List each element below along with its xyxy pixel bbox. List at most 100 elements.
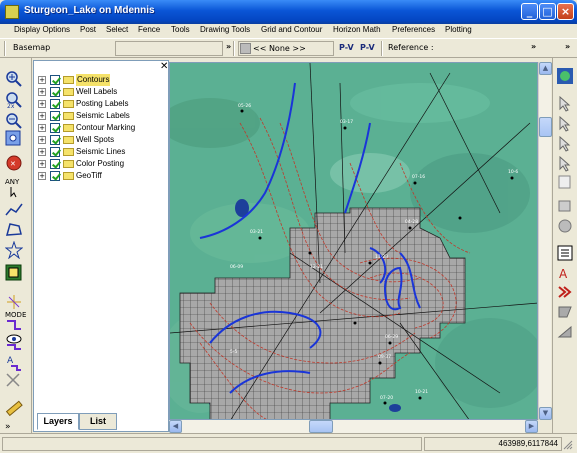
pointer-select-icon[interactable] [557, 115, 573, 132]
vertical-scrollbar[interactable]: ▲ ▼ [538, 62, 552, 420]
expand-icon[interactable]: + [38, 124, 46, 132]
layer-row-geotiff[interactable]: + GeoTiff [34, 170, 168, 182]
layers-panel: + Contours + Well Labels + Posting Label… [33, 60, 169, 432]
anomaly-icon[interactable]: A [557, 265, 573, 281]
menu-plotting[interactable]: Plotting [445, 25, 472, 34]
expand-icon[interactable]: + [38, 172, 46, 180]
toolbar-overflow-1[interactable]: » [226, 42, 231, 51]
tab-layers[interactable]: Layers [37, 413, 79, 430]
expand-icon[interactable]: + [38, 160, 46, 168]
waves-icon[interactable] [557, 284, 573, 300]
close-panel-icon[interactable]: ✕ [160, 61, 168, 72]
layer-checkbox[interactable] [50, 171, 60, 181]
pointer-icon[interactable] [557, 95, 573, 112]
minimize-button[interactable]: _ [521, 3, 538, 20]
basemap-field[interactable] [115, 41, 223, 56]
svg-text:04-28: 04-28 [405, 219, 418, 225]
scroll-right-icon[interactable]: ▶ [525, 420, 538, 433]
menu-horizon-math[interactable]: Horizon Math [333, 25, 381, 34]
mode-tool[interactable]: MODE [5, 311, 26, 330]
menu-fence[interactable]: Fence [138, 25, 160, 34]
scroll-down-icon[interactable]: ▼ [539, 407, 552, 420]
layer-row-seismic-labels[interactable]: + Seismic Labels [34, 110, 168, 122]
layer-checkbox[interactable] [50, 99, 60, 109]
menu-select[interactable]: Select [106, 25, 128, 34]
line-select-icon[interactable] [5, 201, 23, 219]
maximize-button[interactable]: □ [539, 3, 556, 20]
expand-icon[interactable]: + [38, 88, 46, 96]
menu-tools[interactable]: Tools [171, 25, 190, 34]
layer-label: Seismic Lines [76, 147, 126, 156]
grid-select-icon[interactable] [5, 264, 23, 282]
status-message-pane [2, 437, 422, 451]
layer-row-color-posting[interactable]: + Color Posting [34, 158, 168, 170]
move-icon[interactable] [5, 372, 23, 390]
svg-text:03-21: 03-21 [250, 229, 263, 235]
layer-row-contour-marking[interactable]: + Contour Marking [34, 122, 168, 134]
vertical-scroll-thumb[interactable] [539, 117, 552, 137]
layer-checkbox[interactable] [50, 75, 60, 85]
layer-checkbox[interactable] [50, 135, 60, 145]
pv-button-2[interactable]: P-V [360, 41, 379, 56]
layer-checkbox[interactable] [50, 147, 60, 157]
zoom-window-icon[interactable] [5, 130, 23, 148]
resize-grip-icon[interactable] [563, 440, 573, 450]
svg-text:06-09: 06-09 [230, 264, 243, 270]
cursor-box-icon[interactable] [557, 198, 573, 214]
layer-row-well-labels[interactable]: + Well Labels [34, 86, 168, 98]
expand-icon[interactable]: + [38, 100, 46, 108]
expand-icon[interactable]: + [38, 136, 46, 144]
star-select-icon[interactable] [5, 241, 23, 259]
expand-icon[interactable]: + [38, 148, 46, 156]
svg-text:12-21: 12-21 [310, 264, 323, 270]
menu-drawing-tools[interactable]: Drawing Tools [200, 25, 250, 34]
circle-icon[interactable] [557, 218, 573, 234]
pv-button-1[interactable]: P-V [339, 41, 358, 56]
svg-text:10-21: 10-21 [415, 389, 428, 395]
shape-icon[interactable] [557, 304, 573, 320]
toolbar-overflow-2[interactable]: » [531, 42, 536, 51]
layer-row-contours[interactable]: + Contours [34, 74, 168, 86]
scroll-left-icon[interactable]: ◀ [169, 420, 182, 433]
zoom-in-icon[interactable] [5, 70, 23, 88]
toolbar-overflow-3[interactable]: » [565, 42, 570, 51]
menu-preferences[interactable]: Preferences [392, 25, 435, 34]
zoom-in-2x-icon[interactable]: 2x [5, 91, 23, 109]
stop-icon[interactable]: ✕ [5, 154, 23, 172]
scroll-up-icon[interactable]: ▲ [539, 62, 552, 75]
expand-icon[interactable]: + [38, 76, 46, 84]
layer-label: Contours [76, 74, 111, 86]
horizontal-scrollbar[interactable]: ◀ ▶ [169, 420, 538, 433]
layer-checkbox[interactable] [50, 123, 60, 133]
text-tool-icon[interactable]: A [5, 354, 23, 372]
zoom-out-2x-icon[interactable] [5, 112, 23, 130]
globe-icon[interactable] [557, 68, 573, 84]
pointer-add-icon[interactable] [557, 135, 573, 152]
layer-row-well-spots[interactable]: + Well Spots [34, 134, 168, 146]
tab-list[interactable]: List [79, 413, 117, 430]
basemap-svg[interactable]: 05-26 03-17 07-16 10-6 03-21 04-28 11-23 06-… [170, 63, 538, 420]
horizontal-scroll-thumb[interactable] [309, 420, 333, 433]
expand-icon[interactable]: + [38, 112, 46, 120]
layer-row-seismic-lines[interactable]: + Seismic Lines [34, 146, 168, 158]
edit-page-icon[interactable] [557, 174, 573, 190]
layer-checkbox[interactable] [50, 111, 60, 121]
layer-checkbox[interactable] [50, 87, 60, 97]
menu-display-options[interactable]: Display Options [14, 25, 70, 34]
map-canvas[interactable]: 05-26 03-17 07-16 10-6 03-21 04-28 11-23 06-… [169, 62, 538, 420]
layer-checkbox[interactable] [50, 159, 60, 169]
close-button[interactable]: × [557, 3, 574, 20]
sparkle-icon[interactable] [5, 293, 23, 311]
polygon-select-icon[interactable] [5, 221, 23, 239]
horizon-select[interactable]: << None >> [238, 41, 334, 56]
pointer-remove-icon[interactable] [557, 155, 573, 172]
eye-icon[interactable] [5, 333, 23, 351]
ramp-icon[interactable] [557, 324, 573, 340]
menu-post[interactable]: Post [80, 25, 96, 34]
layer-row-posting-labels[interactable]: + Posting Labels [34, 98, 168, 110]
ruler-icon[interactable] [5, 399, 23, 417]
list-panel-icon[interactable] [557, 245, 573, 261]
any-select-tool[interactable]: ANY [5, 178, 23, 198]
menu-grid-and-contour[interactable]: Grid and Contour [261, 25, 322, 34]
toolbar-grip [4, 41, 6, 56]
